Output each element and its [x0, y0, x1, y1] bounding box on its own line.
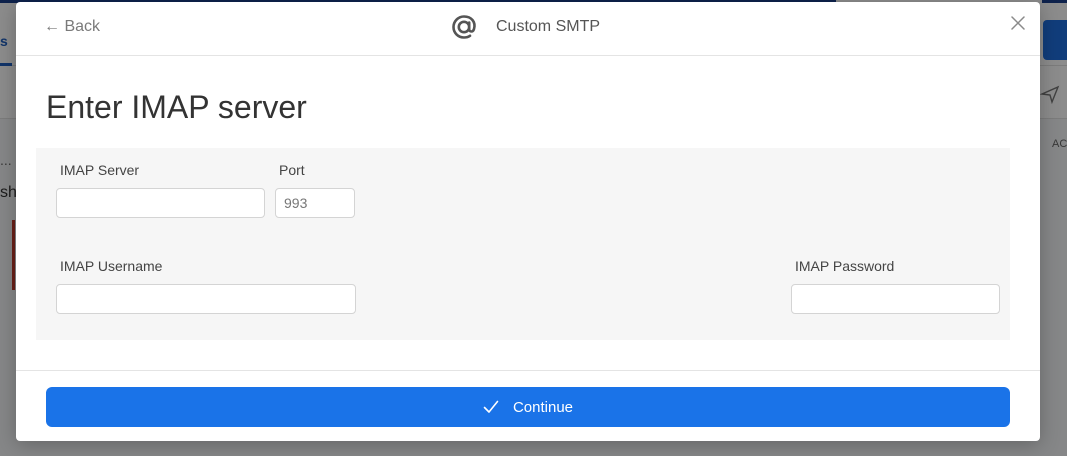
imap-password-label: IMAP Password: [795, 258, 895, 274]
at-icon: [450, 13, 478, 41]
modal-header-title-group: Custom SMTP: [450, 13, 600, 41]
imap-setup-modal: ← Back Custom SMTP Enter IMAP server IMA…: [16, 2, 1040, 441]
port-label: Port: [279, 162, 305, 178]
back-link[interactable]: ← Back: [44, 18, 100, 36]
check-icon: [483, 400, 499, 414]
close-icon[interactable]: [1010, 15, 1026, 31]
imap-server-input[interactable]: [56, 188, 265, 218]
imap-form-panel: IMAP Server Port IMAP Username IMAP Pass…: [36, 148, 1010, 340]
continue-label: Continue: [512, 398, 574, 416]
modal-title: Custom SMTP: [496, 18, 601, 35]
port-input[interactable]: [275, 188, 355, 218]
imap-password-input[interactable]: [791, 284, 1000, 314]
imap-username-label: IMAP Username: [60, 258, 163, 274]
imap-username-input[interactable]: [56, 284, 356, 314]
page-title: Enter IMAP server: [46, 89, 307, 125]
imap-server-label: IMAP Server: [60, 162, 140, 178]
modal-footer: Continue: [16, 370, 1040, 442]
back-label: ← Back: [44, 18, 101, 35]
continue-button[interactable]: Continue: [46, 387, 1010, 427]
modal-header: ← Back Custom SMTP: [16, 2, 1040, 56]
